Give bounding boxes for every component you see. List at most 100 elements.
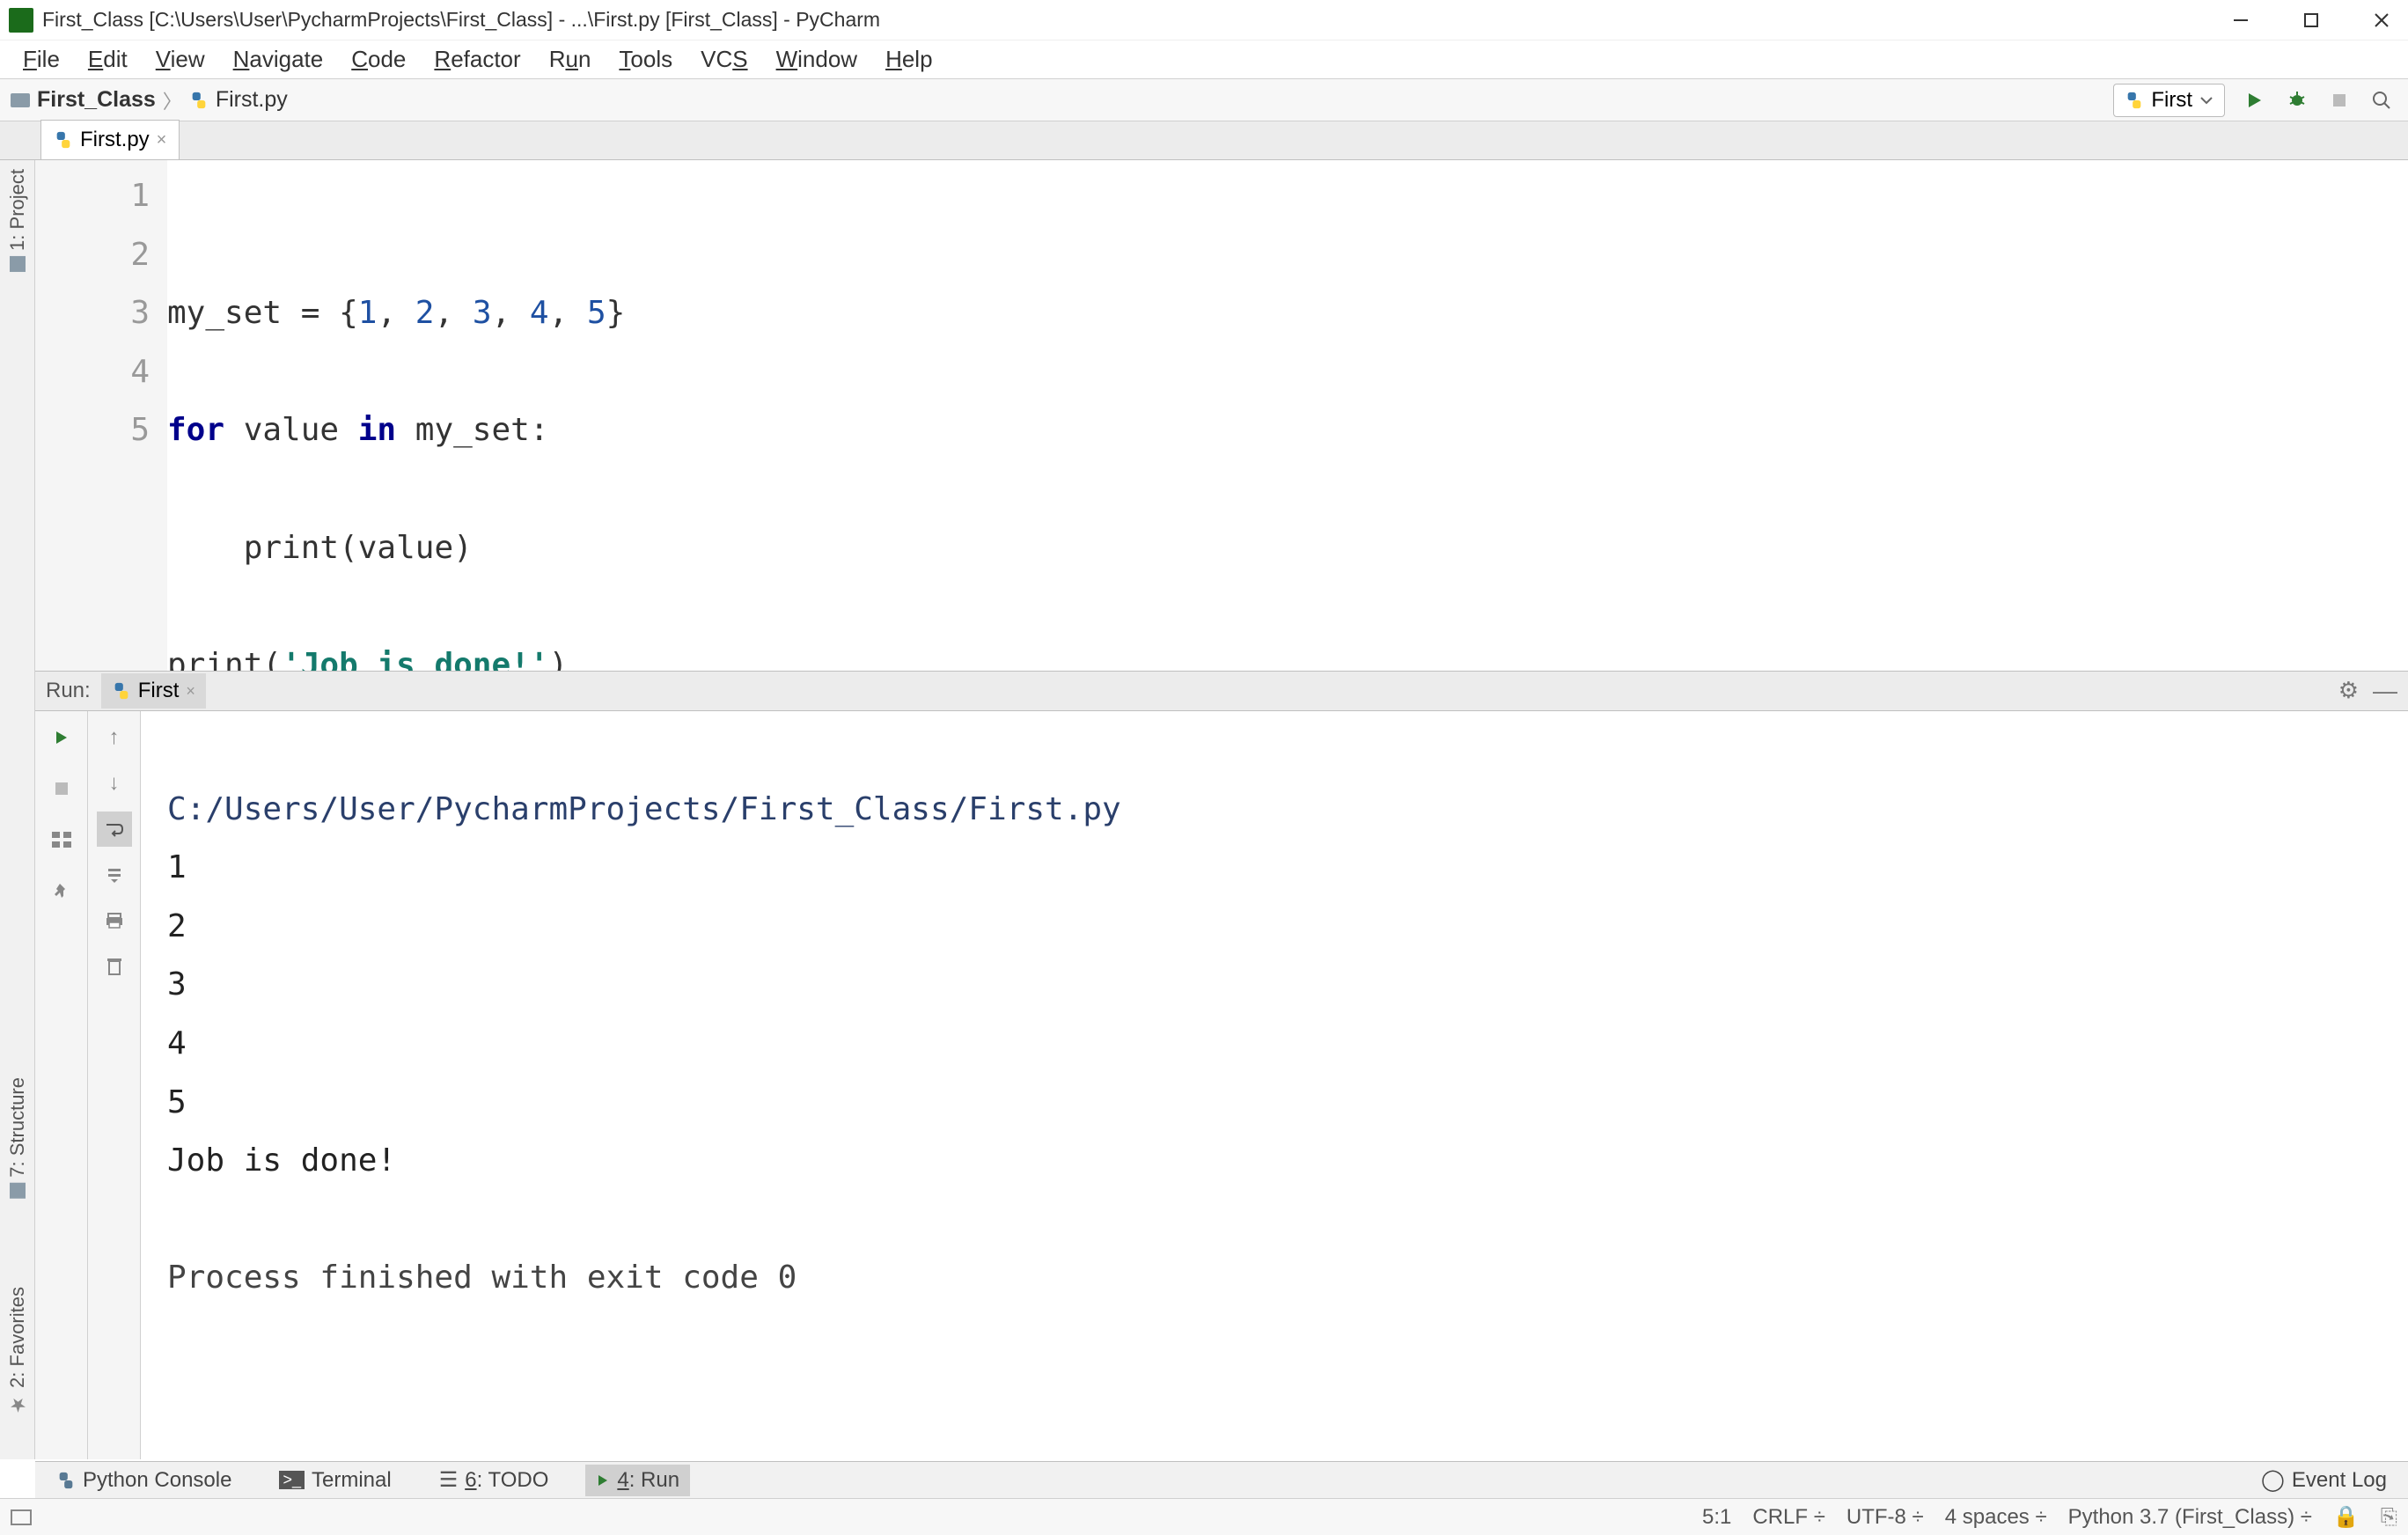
pycharm-icon bbox=[9, 8, 33, 33]
lock-icon[interactable]: 🔒 bbox=[2333, 1504, 2360, 1530]
menu-view[interactable]: View bbox=[142, 42, 219, 77]
debug-button[interactable] bbox=[2281, 84, 2313, 116]
rerun-button[interactable] bbox=[44, 720, 79, 755]
play-icon bbox=[596, 1473, 610, 1487]
terminal-button[interactable]: >_ Terminal bbox=[268, 1465, 401, 1496]
menu-code[interactable]: Code bbox=[337, 42, 420, 77]
editor[interactable]: 1 2 3 4 5 my_set = {1, 2, 3, 4, 5} for v… bbox=[35, 160, 2408, 671]
python-icon bbox=[56, 1471, 76, 1490]
gear-icon[interactable]: ⚙ bbox=[2338, 677, 2359, 705]
favorites-tool-button[interactable]: ★2: Favorites bbox=[6, 1287, 29, 1415]
menu-refactor[interactable]: Refactor bbox=[420, 42, 534, 77]
run-panel: ↑ ↓ C:/Users/User/PycharmProjects/First_… bbox=[35, 711, 2408, 1459]
console-line: Job is done! bbox=[167, 1142, 396, 1179]
structure-icon bbox=[10, 1183, 26, 1199]
project-icon bbox=[10, 256, 26, 272]
interpreter[interactable]: Python 3.7 (First_Class) ÷ bbox=[2068, 1505, 2312, 1530]
editor-tab[interactable]: First.py × bbox=[40, 120, 180, 159]
line-number[interactable]: 4 bbox=[35, 343, 150, 402]
breadcrumb[interactable]: First_Class 〉 First.py bbox=[11, 86, 2113, 114]
scroll-to-end-button[interactable] bbox=[97, 857, 132, 892]
python-file-icon bbox=[54, 130, 73, 150]
titlebar: First_Class [C:\Users\User\PycharmProjec… bbox=[0, 0, 2408, 40]
line-number[interactable]: 1 bbox=[35, 167, 150, 226]
menu-window[interactable]: Window bbox=[762, 42, 871, 77]
status-bar: 5:1 CRLF ÷ UTF-8 ÷ 4 spaces ÷ Python 3.7… bbox=[0, 1498, 2408, 1535]
trash-button[interactable] bbox=[97, 949, 132, 984]
run-actions-col1 bbox=[35, 711, 88, 1459]
run-button[interactable] bbox=[2239, 84, 2271, 116]
navbar: First_Class 〉 First.py First bbox=[0, 79, 2408, 121]
stop-button[interactable] bbox=[2324, 84, 2355, 116]
line-number[interactable]: 2 bbox=[35, 226, 150, 285]
stop-run-button[interactable] bbox=[44, 771, 79, 806]
up-button[interactable]: ↑ bbox=[97, 720, 132, 755]
menu-navigate[interactable]: Navigate bbox=[219, 42, 338, 77]
chevron-right-icon: 〉 bbox=[163, 86, 182, 114]
down-button[interactable]: ↓ bbox=[97, 766, 132, 801]
editor-tabs: First.py × bbox=[0, 121, 2408, 160]
project-tool-button[interactable]: 1: Project bbox=[6, 169, 29, 272]
caret-position[interactable]: 5:1 bbox=[1702, 1505, 1731, 1530]
menu-help[interactable]: Help bbox=[871, 42, 946, 77]
line-number[interactable]: 3 bbox=[35, 284, 150, 343]
structure-tool-button[interactable]: 7: Structure bbox=[6, 1077, 29, 1199]
maximize-button[interactable] bbox=[2294, 3, 2329, 38]
file-encoding[interactable]: UTF-8 ÷ bbox=[1846, 1505, 1924, 1530]
line-number[interactable]: 5 bbox=[35, 401, 150, 460]
left-tool-rail: 1: Project 7: Structure ★2: Favorites bbox=[0, 160, 35, 1459]
tool-window-quick-access-icon[interactable] bbox=[11, 1509, 32, 1525]
run-tab-label: First bbox=[138, 679, 180, 703]
close-run-tab-icon[interactable]: × bbox=[186, 682, 195, 701]
chevron-down-icon bbox=[2199, 96, 2213, 105]
menu-vcs[interactable]: VCS bbox=[686, 42, 761, 77]
minimize-button[interactable] bbox=[2223, 3, 2258, 38]
indent-config[interactable]: 4 spaces ÷ bbox=[1945, 1505, 2047, 1530]
console-output[interactable]: C:/Users/User/PycharmProjects/First_Clas… bbox=[141, 711, 2408, 1459]
run-actions-col2: ↑ ↓ bbox=[88, 711, 141, 1459]
console-line: 2 bbox=[167, 908, 187, 944]
close-button[interactable] bbox=[2364, 3, 2399, 38]
pin-button[interactable] bbox=[44, 873, 79, 908]
soft-wrap-button[interactable] bbox=[97, 812, 132, 847]
breadcrumb-file[interactable]: First.py bbox=[216, 87, 288, 113]
hide-icon[interactable]: — bbox=[2373, 677, 2397, 705]
run-toolbar bbox=[2239, 84, 2397, 116]
search-everywhere-button[interactable] bbox=[2366, 84, 2397, 116]
window-title: First_Class [C:\Users\User\PycharmProjec… bbox=[42, 8, 2223, 32]
console-line: 5 bbox=[167, 1084, 187, 1120]
menu-file[interactable]: File bbox=[9, 42, 74, 77]
python-icon bbox=[2125, 91, 2144, 110]
window-controls bbox=[2223, 3, 2399, 38]
event-log-icon: ◯ bbox=[2261, 1467, 2285, 1493]
run-label: Run: bbox=[46, 679, 91, 703]
layout-button[interactable] bbox=[44, 822, 79, 857]
star-icon: ★ bbox=[6, 1393, 29, 1415]
run-config-name: First bbox=[2151, 88, 2192, 113]
run-tab[interactable]: First × bbox=[101, 673, 206, 709]
console-line: 4 bbox=[167, 1025, 187, 1061]
line-separator[interactable]: CRLF ÷ bbox=[1752, 1505, 1825, 1530]
bottom-tool-bar: Python Console >_ Terminal ☰ 6: TODO 4: … bbox=[35, 1461, 2408, 1498]
todo-button[interactable]: ☰ 6: TODO bbox=[429, 1464, 560, 1496]
close-tab-icon[interactable]: × bbox=[157, 130, 167, 151]
run-tool-header: Run: First × ⚙ — bbox=[35, 671, 2408, 711]
event-log-button[interactable]: ◯ Event Log bbox=[2250, 1464, 2397, 1496]
python-file-icon bbox=[189, 91, 209, 110]
breadcrumb-project[interactable]: First_Class bbox=[37, 87, 156, 113]
menubar: File Edit View Navigate Code Refactor Ru… bbox=[0, 40, 2408, 79]
run-config-selector[interactable]: First bbox=[2113, 84, 2225, 117]
menu-tools[interactable]: Tools bbox=[605, 42, 686, 77]
menu-run[interactable]: Run bbox=[535, 42, 606, 77]
python-console-button[interactable]: Python Console bbox=[46, 1465, 242, 1496]
console-line: 1 bbox=[167, 849, 187, 885]
python-icon bbox=[112, 681, 131, 701]
menu-edit[interactable]: Edit bbox=[74, 42, 142, 77]
code-area[interactable]: my_set = {1, 2, 3, 4, 5} for value in my… bbox=[167, 160, 2408, 671]
console-exit: Process finished with exit code 0 bbox=[167, 1260, 797, 1296]
run-tool-button[interactable]: 4: Run bbox=[585, 1465, 690, 1496]
editor-tab-label: First.py bbox=[80, 128, 150, 152]
goto-icon[interactable]: ⎘ bbox=[2381, 1505, 2397, 1530]
print-button[interactable] bbox=[97, 903, 132, 938]
gutter[interactable]: 1 2 3 4 5 bbox=[35, 160, 167, 671]
